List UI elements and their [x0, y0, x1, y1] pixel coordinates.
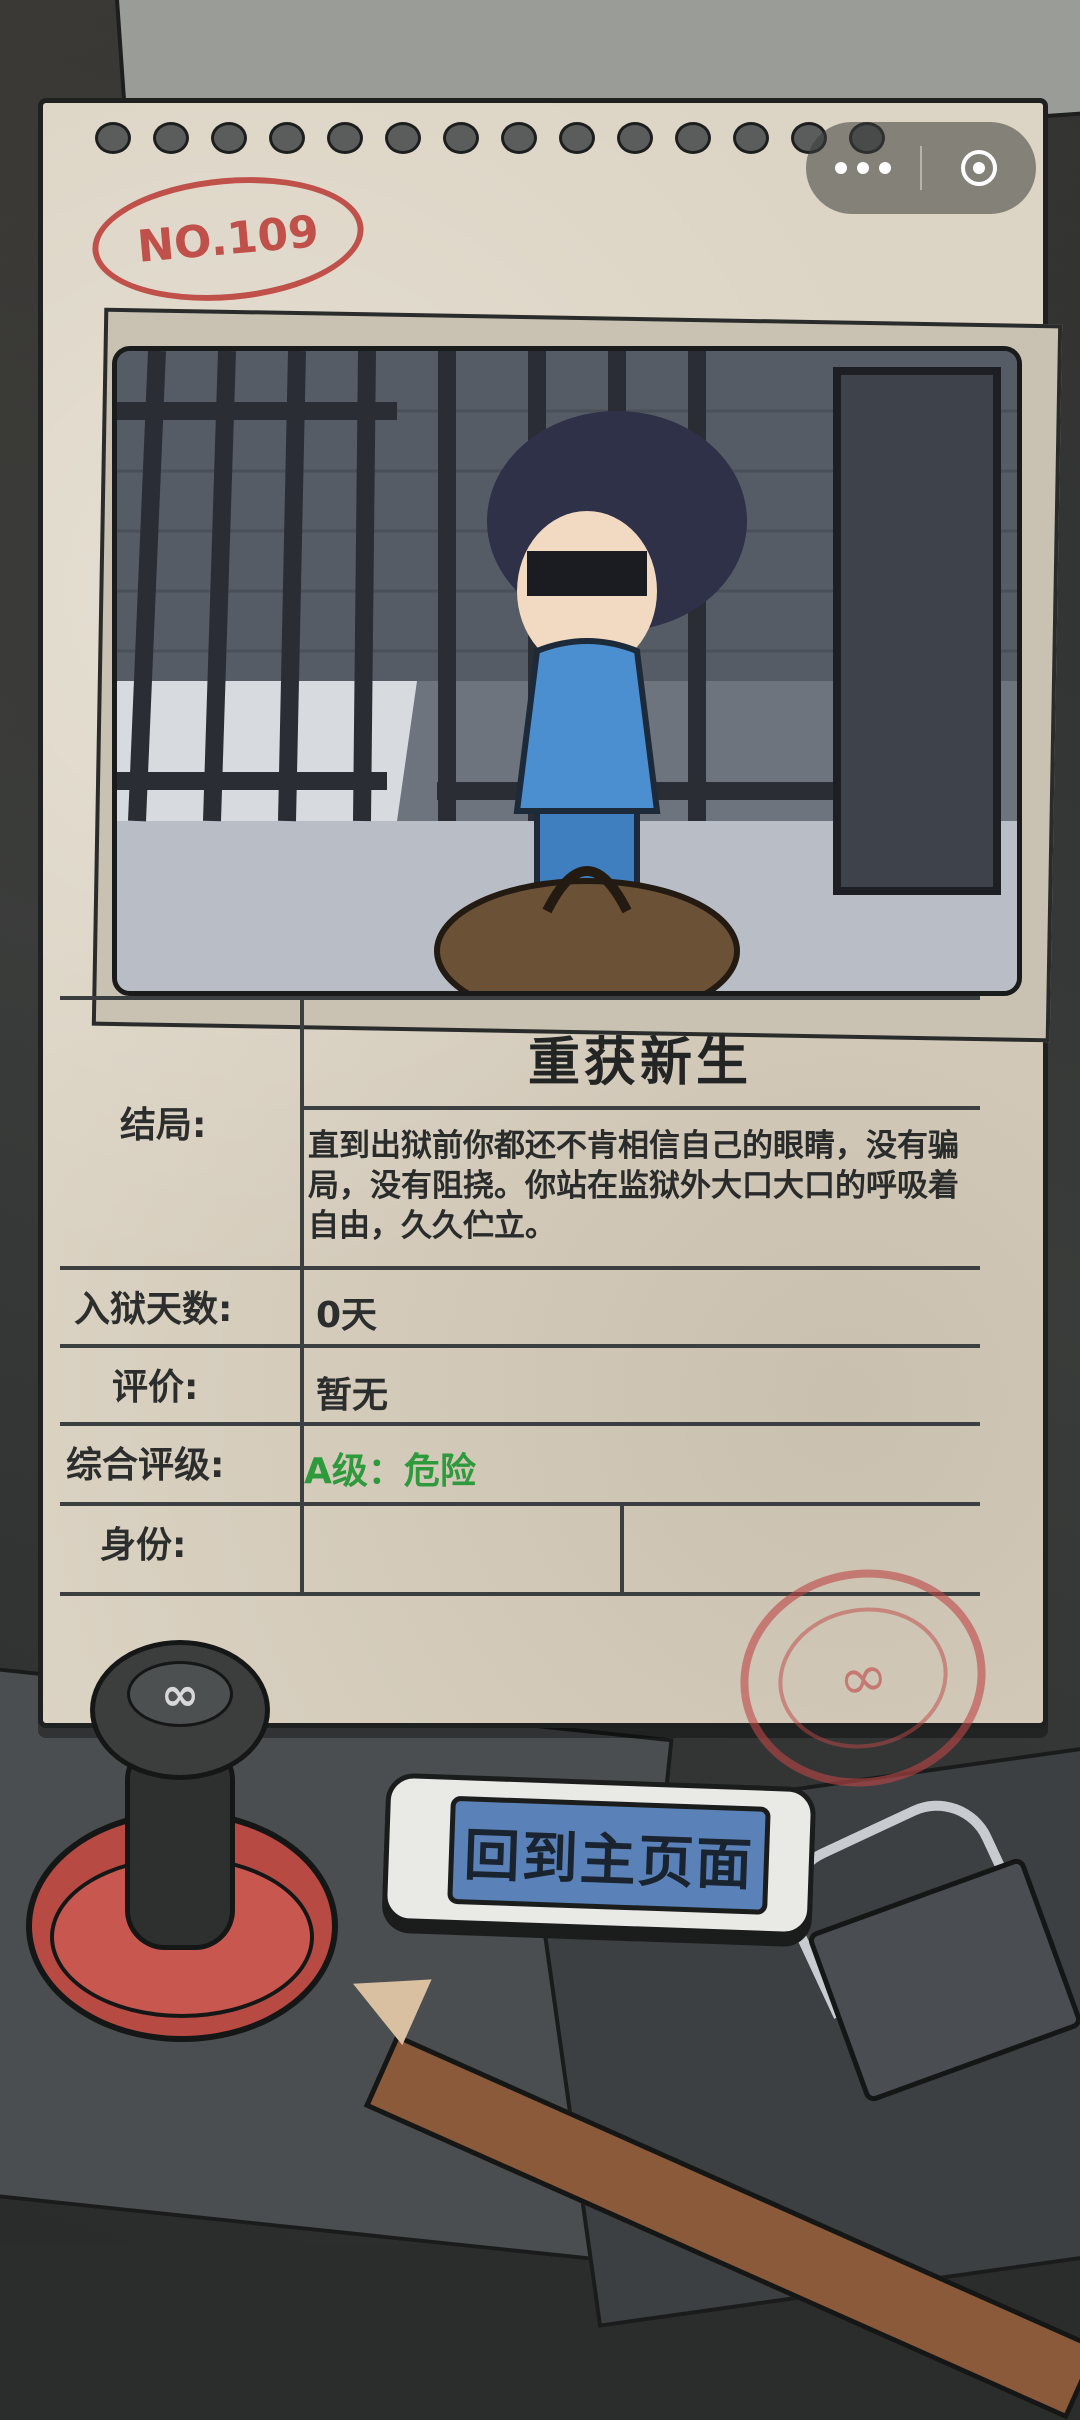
table-rule [60, 1422, 980, 1426]
overall-rating-label: 综合评级: [66, 1445, 225, 1486]
days-label: 入狱天数: [74, 1289, 233, 1330]
identity-label: 身份: [100, 1525, 187, 1566]
info-table: 结局: 重获新生 直到出狱前你都还不肯相信自己的眼睛，没有骗局，没有阻挠。你站在… [60, 996, 980, 1616]
punch-hole [559, 122, 595, 154]
seal-infinity-icon: ∞ [767, 1594, 959, 1762]
review-label: 评价: [112, 1367, 199, 1408]
review-value: 暂无 [316, 1375, 389, 1416]
ending-label: 结局: [120, 1105, 207, 1146]
prison-scene-image [117, 351, 1017, 991]
mini-program-capsule [806, 122, 1036, 214]
overall-rating-value: A级：危险 [304, 1451, 476, 1492]
punch-hole [95, 122, 131, 154]
rubber-stamp-handle: ∞ [90, 1640, 270, 1780]
table-rule [300, 1106, 980, 1110]
punch-hole [269, 122, 305, 154]
ending-description: 直到出狱前你都还不肯相信自己的眼睛，没有骗局，没有阻挠。你站在监狱外大口大口的呼… [308, 1128, 959, 1244]
paper-punch-holes [95, 122, 885, 158]
punch-hole [675, 122, 711, 154]
punch-hole [385, 122, 421, 154]
punch-hole [327, 122, 363, 154]
table-rule [60, 1266, 980, 1270]
punch-hole [733, 122, 769, 154]
table-divider [300, 996, 304, 1596]
table-rule [60, 1502, 980, 1506]
table-rule [60, 996, 980, 1000]
back-to-home-label: 回到主页面 [447, 1795, 771, 1915]
more-dots-icon[interactable] [806, 162, 920, 174]
back-to-home-button[interactable]: 回到主页面 [381, 1772, 817, 1938]
close-circle-icon[interactable] [922, 150, 1036, 186]
punch-hole [501, 122, 537, 154]
days-value: 0天 [316, 1295, 378, 1336]
infinity-icon: ∞ [127, 1661, 233, 1727]
punch-hole [443, 122, 479, 154]
table-divider [620, 1502, 624, 1596]
table-rule [60, 1344, 980, 1348]
punch-hole [617, 122, 653, 154]
ending-title: 重获新生 [527, 1033, 752, 1093]
punch-hole [211, 122, 247, 154]
punch-hole [153, 122, 189, 154]
ending-illustration [112, 346, 1022, 996]
